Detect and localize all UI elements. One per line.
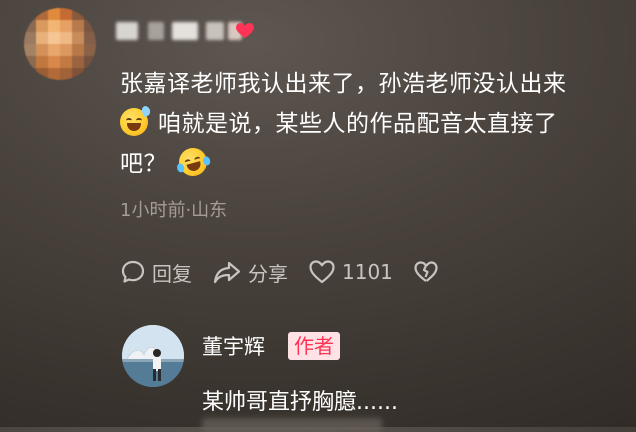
share-label: 分享 <box>248 261 288 286</box>
reply-button[interactable]: 回复 <box>120 258 192 287</box>
commenter-avatar[interactable] <box>24 8 96 80</box>
avatar-photo-icon <box>122 325 184 387</box>
share-button[interactable]: 分享 <box>212 258 288 287</box>
comment-line-2: 咱就是说，某些人的作品配音太直接了 <box>120 104 620 144</box>
share-arrow-icon <box>213 261 241 284</box>
comment-body: 张嘉译老师我认出来了，孙浩老师没认出来 咱就是说，某些人的作品配音太直接了 吧？ <box>120 64 620 184</box>
reply-author-avatar[interactable] <box>122 325 184 387</box>
comment-line-3: 吧？ <box>120 144 620 184</box>
laugh-cry-emoji-icon <box>175 144 212 180</box>
like-count: 1101 <box>342 260 393 284</box>
reply-bubble-icon <box>121 260 145 283</box>
comment-meta: 1小时前·山东 <box>120 200 228 221</box>
dislike-button[interactable] <box>413 260 445 284</box>
comment-line-3-text: 吧？ <box>120 151 167 177</box>
heart-badge-icon <box>236 23 254 38</box>
broken-heart-icon <box>414 261 438 282</box>
next-reply-partial <box>202 418 382 432</box>
sweat-smile-emoji-icon <box>120 104 152 136</box>
comment-line-2-text: 咱就是说，某些人的作品配音太直接了 <box>158 111 558 137</box>
reply-label: 回复 <box>152 261 192 286</box>
commenter-name[interactable] <box>116 20 246 42</box>
comment-actions: 回复 分享 1101 <box>120 255 465 289</box>
author-badge: 作者 <box>288 332 340 360</box>
comment-line-1: 张嘉译老师我认出来了，孙浩老师没认出来 <box>120 71 567 97</box>
reply-body: 某帅哥直抒胸臆...... <box>202 390 398 415</box>
heart-outline-icon <box>309 260 335 284</box>
like-button[interactable]: 1101 <box>308 259 393 285</box>
reply-author-name[interactable]: 董宇辉 <box>202 331 265 361</box>
